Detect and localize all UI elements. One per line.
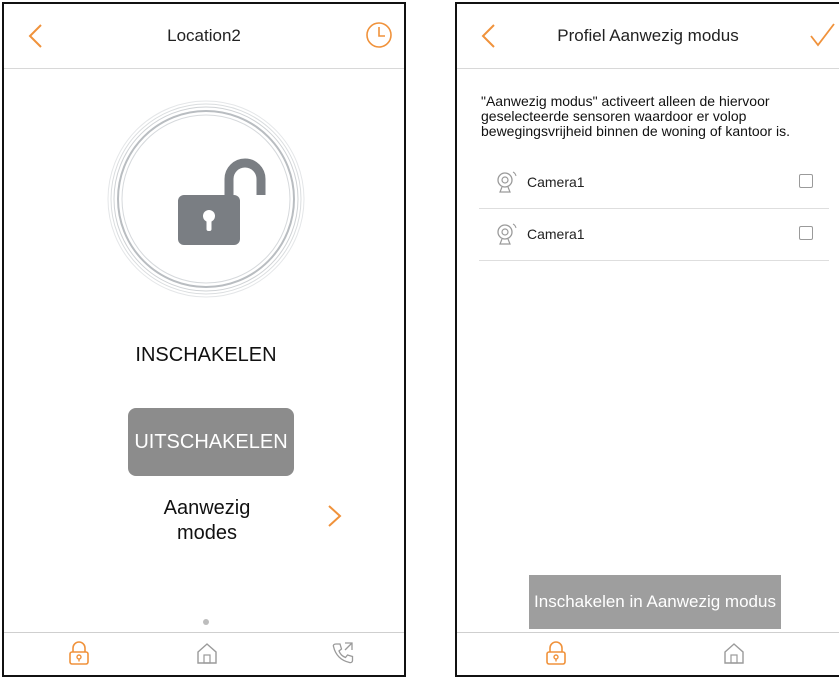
page-indicator-dot bbox=[203, 619, 209, 625]
camera-icon bbox=[497, 171, 517, 193]
camera-list-item[interactable]: Camera1 bbox=[479, 156, 829, 209]
unlocked-padlock-icon bbox=[178, 158, 266, 245]
enable-present-mode-button[interactable]: Inschakelen in Aanwezig modus bbox=[529, 575, 781, 629]
location-screen: Location2 INSCHAKELEN UITSCHAKELEN Aanwe… bbox=[2, 2, 406, 677]
checkmark-icon[interactable] bbox=[807, 20, 837, 50]
chevron-right-icon[interactable] bbox=[324, 502, 346, 530]
present-modes-label[interactable]: Aanwezig modes bbox=[134, 496, 280, 546]
camera-checkbox[interactable] bbox=[799, 226, 813, 240]
tab-home-icon[interactable] bbox=[194, 640, 220, 666]
disarm-button[interactable]: UITSCHAKELEN bbox=[128, 408, 294, 476]
tab-lock-icon[interactable] bbox=[66, 640, 92, 666]
lock-status-dial[interactable] bbox=[106, 99, 306, 299]
header: Profiel Aanwezig modus bbox=[457, 4, 839, 69]
header: Location2 bbox=[4, 4, 404, 69]
camera-list-item[interactable]: Camera1 bbox=[479, 208, 829, 261]
tab-home-icon[interactable] bbox=[721, 640, 747, 666]
page-title: Profiel Aanwezig modus bbox=[557, 26, 739, 45]
present-mode-description: "Aanwezig modus" activeert alleen de hie… bbox=[481, 93, 790, 139]
bottom-tab-bar bbox=[457, 632, 839, 675]
clock-icon[interactable] bbox=[364, 20, 394, 50]
tab-lock-icon[interactable] bbox=[543, 640, 569, 666]
tab-phone-call-icon[interactable] bbox=[330, 640, 356, 666]
bottom-tab-bar bbox=[4, 632, 404, 675]
page-title: Location2 bbox=[167, 26, 241, 45]
camera-icon bbox=[497, 223, 517, 245]
camera-name: Camera1 bbox=[527, 174, 585, 190]
camera-name: Camera1 bbox=[527, 226, 585, 242]
camera-checkbox[interactable] bbox=[799, 174, 813, 188]
profile-present-mode-screen: Profiel Aanwezig modus "Aanwezig modus" … bbox=[455, 2, 839, 677]
alarm-status-text: INSCHAKELEN bbox=[135, 344, 277, 366]
